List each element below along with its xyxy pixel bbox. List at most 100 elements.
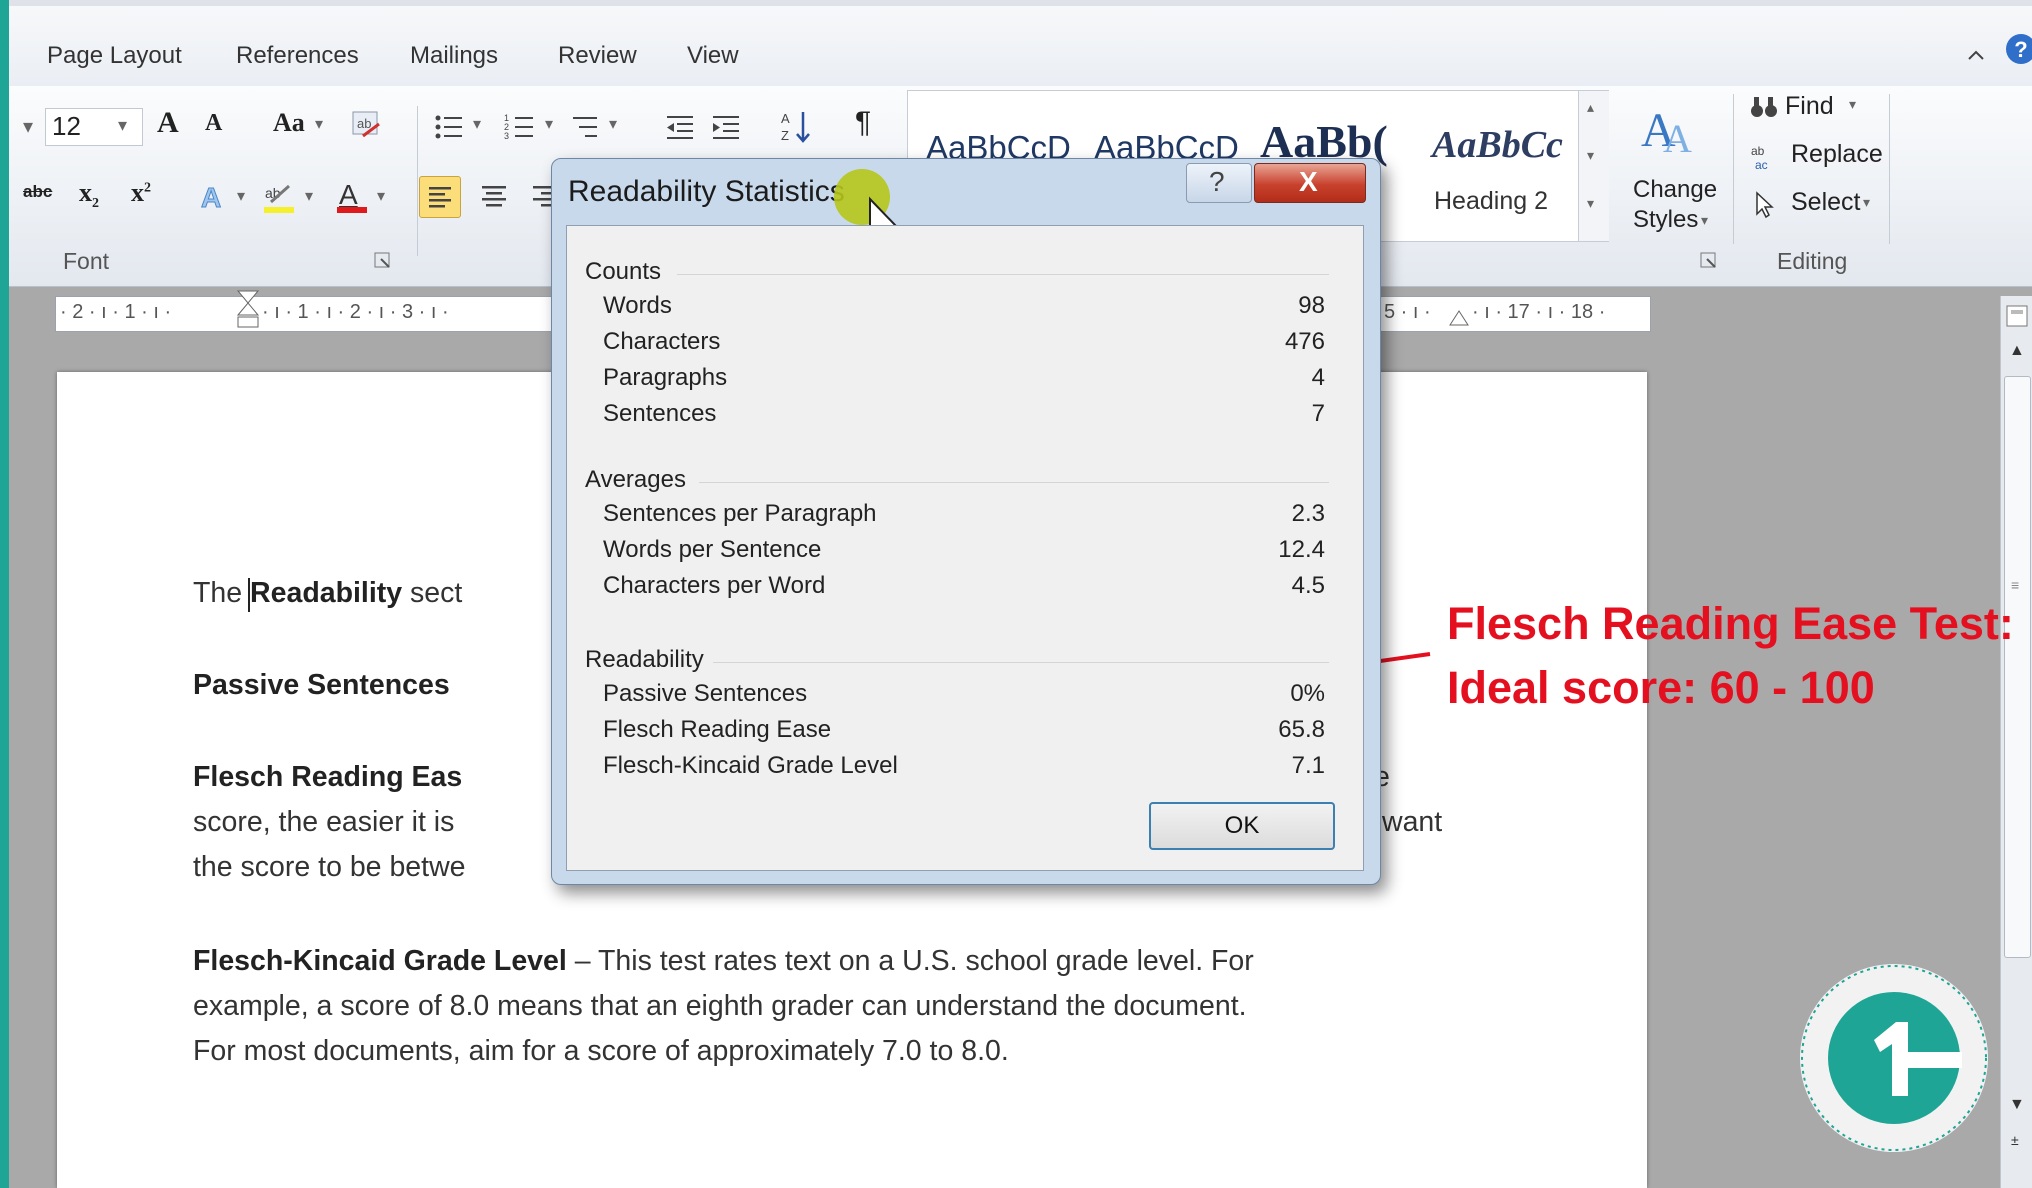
tab-view[interactable]: View bbox=[687, 42, 739, 70]
font-group-label: Font bbox=[63, 248, 110, 274]
text-highlight-color-icon[interactable]: ab bbox=[261, 178, 299, 216]
tab-review[interactable]: Review bbox=[558, 42, 637, 70]
replace-button[interactable]: Replace bbox=[1791, 140, 1883, 169]
grow-font-button[interactable]: A bbox=[157, 106, 179, 140]
svg-text:ab: ab bbox=[357, 116, 371, 131]
right-indent-marker-icon[interactable] bbox=[1448, 305, 1470, 327]
minimize-ribbon-icon[interactable] bbox=[1964, 44, 1988, 68]
styles-scroll-down-icon[interactable]: ▾ bbox=[1587, 147, 1594, 164]
styles-more-icon[interactable]: ▾ bbox=[1587, 195, 1594, 212]
stat-row: Characters per Word 4.5 bbox=[603, 572, 1325, 608]
svg-text:?: ? bbox=[2014, 37, 2027, 62]
show-formatting-marks-icon[interactable]: ¶ bbox=[855, 106, 871, 140]
close-icon: X bbox=[1299, 166, 1318, 197]
styles-scroll-up-icon[interactable]: ▴ bbox=[1587, 99, 1594, 116]
stat-label: Sentences bbox=[603, 400, 717, 427]
find-dropdown-icon[interactable]: ▾ bbox=[1849, 96, 1856, 113]
select-dropdown-icon[interactable]: ▾ bbox=[1863, 194, 1870, 211]
stat-value: 4.5 bbox=[1291, 572, 1325, 599]
multilevel-list-icon[interactable] bbox=[569, 110, 605, 144]
multilevel-dropdown-icon[interactable]: ▾ bbox=[609, 114, 617, 134]
scroll-down-icon[interactable]: ▼ bbox=[2009, 1096, 2025, 1114]
vertical-scrollbar[interactable]: ▲ ≡ ▼ ± bbox=[2000, 296, 2032, 1188]
style-heading-2-sample[interactable]: AaBbCc bbox=[1432, 123, 1563, 167]
superscript-button[interactable]: x2 bbox=[131, 178, 151, 208]
text-effects-icon[interactable]: A bbox=[197, 180, 231, 214]
subscript-button[interactable]: x2 bbox=[79, 178, 99, 212]
stat-row: Sentences 7 bbox=[603, 400, 1325, 436]
stat-label: Flesch-Kincaid Grade Level bbox=[603, 752, 898, 779]
ok-button[interactable]: OK bbox=[1149, 802, 1335, 850]
ribbon-separator bbox=[417, 106, 418, 256]
tab-page-layout[interactable]: Page Layout bbox=[47, 42, 182, 70]
sort-icon[interactable]: AZ bbox=[779, 108, 813, 146]
text-effects-dropdown-icon[interactable]: ▾ bbox=[237, 186, 245, 206]
doc-line: score, the easier it is bbox=[193, 806, 455, 838]
font-size-box[interactable]: 12 ▾ bbox=[45, 108, 143, 146]
text-cursor bbox=[248, 578, 250, 612]
dialog-body: Counts Words 98 Characters 476 Paragraphs 4… bbox=[566, 225, 1364, 871]
font-color-icon[interactable]: A bbox=[333, 178, 371, 216]
align-left-button[interactable] bbox=[419, 176, 461, 218]
ribbon-separator bbox=[1889, 94, 1890, 244]
styles-gallery-scroller[interactable]: ▴ ▾ ▾ bbox=[1578, 91, 1609, 241]
bullets-icon[interactable] bbox=[432, 110, 468, 144]
ruler-ticks-right: 5 · ı · bbox=[1384, 301, 1431, 323]
clear-formatting-icon[interactable]: ab bbox=[349, 108, 385, 144]
shrink-font-button[interactable]: A bbox=[205, 110, 222, 137]
stat-row: Passive Sentences 0% bbox=[603, 680, 1325, 716]
svg-text:A: A bbox=[201, 182, 221, 213]
section-divider bbox=[699, 482, 1329, 483]
select-cursor-icon bbox=[1756, 191, 1774, 219]
tab-references[interactable]: References bbox=[236, 42, 359, 70]
doc-bold-text: Flesch-Kincaid Grade Level bbox=[193, 945, 567, 977]
change-case-button[interactable]: Aa bbox=[273, 108, 305, 138]
stat-row: Paragraphs 4 bbox=[603, 364, 1325, 400]
font-name-dropdown-arrow[interactable]: ▾ bbox=[23, 114, 33, 139]
change-styles-dropdown-icon[interactable]: ▾ bbox=[1701, 212, 1708, 229]
ruler-ticks-left: · 2 · ı · 1 · ı · bbox=[60, 301, 172, 323]
font-dialog-launcher-icon[interactable] bbox=[373, 251, 393, 271]
dialog-close-button[interactable]: X bbox=[1254, 163, 1366, 203]
annotation-subtitle: Ideal score: 60 - 100 bbox=[1447, 662, 1875, 713]
stat-label: Words bbox=[603, 292, 672, 319]
numbering-icon[interactable]: 123 bbox=[503, 110, 539, 144]
stat-row: Words per Sentence 12.4 bbox=[603, 536, 1325, 572]
doc-text: sect bbox=[402, 577, 463, 609]
stat-row: Flesch Reading Ease 65.8 bbox=[603, 716, 1325, 752]
stat-value: 476 bbox=[1284, 328, 1325, 355]
scroll-thumb[interactable]: ≡ bbox=[2004, 376, 2031, 958]
svg-text:A: A bbox=[339, 179, 358, 210]
bullets-dropdown-icon[interactable]: ▾ bbox=[473, 114, 481, 134]
doc-paragraph-readability: The Readability sect bbox=[193, 572, 462, 615]
dialog-help-button[interactable]: ? bbox=[1186, 163, 1252, 203]
find-button[interactable]: Find bbox=[1785, 92, 1834, 121]
change-styles-label-1[interactable]: Change bbox=[1633, 176, 1717, 204]
svg-text:A: A bbox=[781, 111, 790, 126]
select-button[interactable]: Select bbox=[1791, 188, 1860, 217]
doc-paragraph-grade-level: Flesch-Kincaid Grade Level – This test r… bbox=[193, 940, 1254, 983]
doc-bold-text: Readability bbox=[250, 577, 403, 609]
scroll-up-icon[interactable]: ▲ bbox=[2009, 342, 2025, 360]
help-icon[interactable]: ? bbox=[2004, 32, 2032, 66]
increase-indent-icon[interactable] bbox=[709, 110, 743, 144]
tab-mailings[interactable]: Mailings bbox=[410, 42, 498, 70]
indent-marker-icon[interactable] bbox=[236, 289, 260, 335]
stat-value: 0% bbox=[1290, 680, 1325, 707]
numbering-dropdown-icon[interactable]: ▾ bbox=[545, 114, 553, 134]
ruler-toggle-icon[interactable] bbox=[2005, 304, 2029, 328]
align-center-icon[interactable] bbox=[475, 176, 515, 216]
stat-row: Words 98 bbox=[603, 292, 1325, 328]
highlight-dropdown-icon[interactable]: ▾ bbox=[305, 186, 313, 206]
change-styles-icon[interactable]: AA bbox=[1639, 96, 1703, 160]
previous-page-icon[interactable]: ± bbox=[2011, 1132, 2019, 1148]
strikethrough-button[interactable]: abc bbox=[23, 182, 52, 202]
styles-dialog-launcher-icon[interactable] bbox=[1699, 251, 1719, 271]
svg-text:A: A bbox=[1663, 116, 1692, 160]
decrease-indent-icon[interactable] bbox=[663, 110, 697, 144]
font-color-dropdown-icon[interactable]: ▾ bbox=[377, 186, 385, 206]
stat-value: 4 bbox=[1311, 364, 1325, 391]
change-styles-label-2[interactable]: Styles bbox=[1633, 206, 1698, 234]
stat-value: 2.3 bbox=[1291, 500, 1325, 527]
doc-bold-text: Flesch Reading Eas bbox=[193, 761, 463, 793]
